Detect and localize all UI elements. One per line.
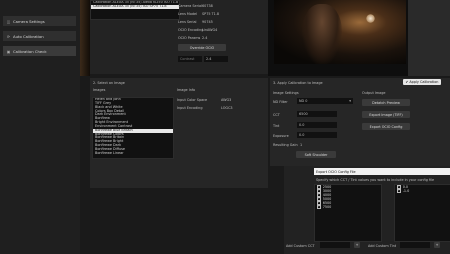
input-encoding-label: Input Encoding [177, 106, 203, 110]
resulting-gain-value: 1 [300, 143, 303, 147]
auto-calibration-icon: ⟳ [6, 33, 11, 39]
nd-filter-label: ND Filter [273, 100, 288, 104]
tint-value-label: -1.0 [402, 189, 410, 193]
contrast-value-field[interactable]: 2.4 [204, 56, 228, 62]
override-ocio-button[interactable]: Override OCIO [178, 44, 226, 51]
sidebar-item-camera-settings[interactable]: ◫ Camera Settings [3, 16, 76, 26]
checkbox-icon: ✓ [317, 204, 322, 210]
cct-field[interactable]: 6500 [297, 111, 337, 117]
chevron-down-icon: ▾ [349, 99, 351, 103]
nd-filter-select[interactable]: ND 0 ▾ [297, 98, 353, 104]
apply-calibration-title: 3. Apply Calibration to Image [273, 81, 323, 85]
ocio-params-value: 2.4 [202, 36, 208, 40]
image-settings-label: Image Settings [273, 91, 299, 95]
calibration-check-icon: ▣ [6, 48, 11, 54]
cct-value-item[interactable]: ✓ 7500 [315, 204, 381, 210]
export-image-button[interactable]: Export Image (TIFF) [362, 111, 410, 118]
select-image-section: 2. Select an Image Images Image Info Hel… [90, 78, 268, 188]
camera-serial-value: 60738 [202, 4, 213, 8]
sidebar-item-label: Camera Settings [13, 18, 45, 24]
image-info-label: Image Info [177, 88, 196, 92]
custom-cct-field[interactable] [320, 242, 350, 248]
contrast-field[interactable]: Contrast [178, 56, 202, 62]
preview-image [268, 0, 450, 76]
lens-serial-value: 90745 [202, 20, 213, 24]
input-color-space-value: AWG3 [221, 98, 232, 102]
ocio-encoding-label: OCIO Encoding [178, 28, 204, 32]
sidebar-item-auto-calibration[interactable]: ⟳ Auto Calibration [3, 31, 76, 41]
input-color-space-label: Input Color Space [177, 98, 208, 102]
preview-photo-highlight [366, 14, 375, 23]
ocio-config-file-field[interactable]: Export OCIO Config File [314, 168, 450, 175]
images-list[interactable]: Helen and John TIFF Grey Black and White… [92, 97, 174, 159]
camera-serial-label: Camera Serial [178, 4, 202, 8]
top-preview-strip [80, 0, 90, 76]
preview-subject [302, 4, 342, 64]
tint-label: Tint [273, 124, 280, 128]
tint-value-item[interactable]: ✓ -1.0 [395, 188, 450, 194]
output-image-label: Output Image [362, 91, 386, 95]
select-image-title: 2. Select an Image [93, 81, 125, 85]
lens-model-value: SP75 T1.8 [202, 12, 220, 16]
exposure-label: Exposure [273, 134, 289, 138]
ocio-export-section: Export OCIO Config File Specify which CC… [284, 166, 450, 254]
input-encoding-value: LOGC3 [221, 106, 233, 110]
checkbox-icon: ✓ [397, 188, 402, 194]
sidebar-item-label: Auto Calibration [13, 33, 44, 39]
soft-shoulder-button[interactable]: Soft Shoulder [296, 151, 336, 158]
cct-value-label: 7500 [322, 205, 332, 209]
export-ocio-config-button[interactable]: Export OCIO Config [362, 123, 410, 130]
camera-icon: ◫ [6, 18, 11, 24]
ocio-hint-text: Specify which CCT / Tint values you want… [316, 178, 435, 182]
detach-preview-button[interactable]: Detatch Preview [362, 99, 410, 106]
apply-calibration-section: 3. Apply Calibration to Image ✔ Apply Ca… [270, 78, 450, 166]
lens-model-label: Lens Model [178, 12, 198, 16]
ocio-params-label: OCIO Params [178, 36, 201, 40]
sidebar: ◫ Camera Settings ⟳ Auto Calibration ▣ C… [0, 0, 80, 254]
tint-values-list[interactable]: ✓ 0.0 ✓ -1.0 [394, 184, 450, 242]
nd-filter-value: ND 0 [299, 99, 308, 103]
calibration-list[interactable]: Calibration ALEXA 35 (NT35) Alexa Ki250 … [90, 0, 180, 20]
exposure-field[interactable]: 0.0 [297, 132, 337, 138]
list-item[interactable]: Bonfirewe Linear [93, 151, 173, 156]
sidebar-item-calibration-check[interactable]: ▣ Calibration Check [3, 46, 76, 56]
calibration-section: Calibration ALEXA 35 (NT35) Alexa Ki250 … [90, 0, 268, 74]
ocio-encoding-value: LinAWG4 [202, 28, 218, 32]
cct-values-list[interactable]: ✓ 2500 ✓ 3000 ✓ 4000 ✓ 5000 ✓ 6500 ✓ 7500 [314, 184, 382, 242]
cct-label: CCT [273, 113, 280, 117]
check-icon: ✔ [405, 80, 409, 84]
list-item[interactable]: Calibration ALEXA 35 (NT35) ISO SP75 T1.… [91, 4, 179, 9]
custom-tint-field[interactable] [400, 242, 430, 248]
preview-side-panel [408, 0, 450, 76]
images-label: Images [93, 88, 106, 92]
resulting-gain-label: Resulting Gain [273, 143, 298, 147]
add-custom-tint-label: Add Custom Tint [368, 244, 397, 248]
sidebar-item-label: Calibration Check [13, 48, 47, 54]
tint-field[interactable]: 0.0 [297, 122, 337, 128]
apply-calibration-button[interactable]: ✔ Apply Calibration [403, 79, 441, 85]
add-cct-button[interactable]: + [354, 242, 360, 248]
add-tint-button[interactable]: + [434, 242, 440, 248]
lens-serial-label: Lens Serial [178, 20, 197, 24]
apply-calibration-label: Apply Calibration [409, 80, 439, 84]
add-custom-cct-label: Add Custom CCT [286, 244, 315, 248]
